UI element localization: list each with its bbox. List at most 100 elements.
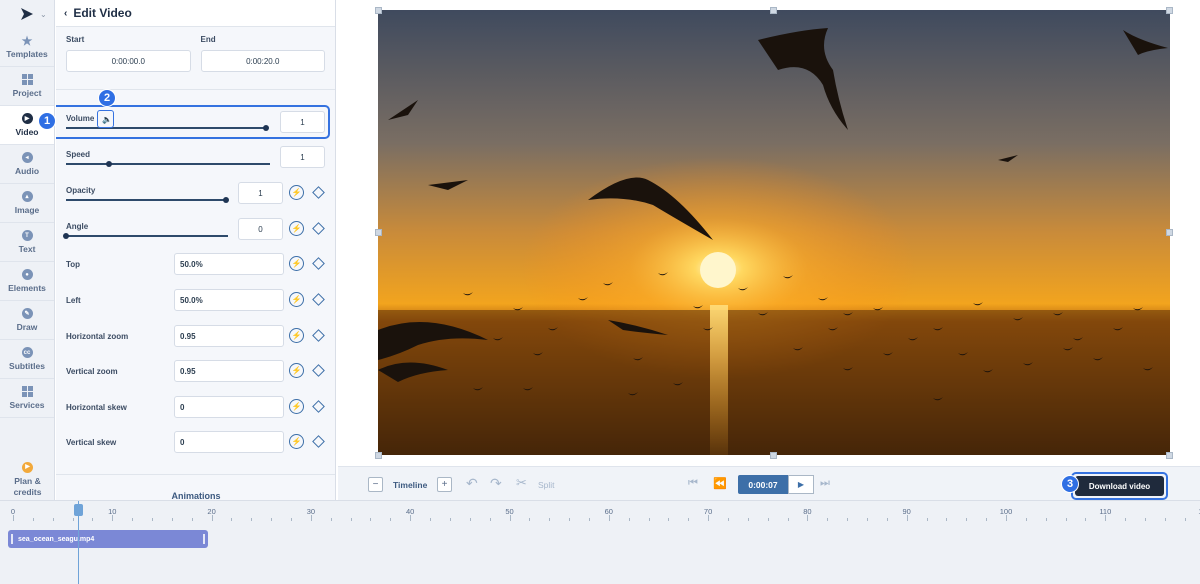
angle-slider[interactable] [63,233,228,239]
download-video-button[interactable]: Download video [1075,476,1164,496]
vertical-zoom-animate-icon[interactable]: ⚡ [289,363,304,378]
rewind-icon[interactable]: ⏪ [713,477,727,490]
opacity-animate-icon[interactable]: ⚡ [289,185,304,200]
ruler-minor-tick [946,518,948,521]
angle-animate-icon[interactable]: ⚡ [289,221,304,236]
vertical-skew-input[interactable]: 0 [174,431,284,453]
rail-item-label: Text [18,244,36,254]
opacity-input[interactable]: 1 [238,182,283,204]
image-icon: ▴ [21,191,33,202]
resize-handle[interactable] [1166,452,1173,459]
opacity-row: Opacity 1 ⚡ [66,182,330,206]
ruler-minor-tick [529,518,531,521]
resize-handle[interactable] [375,7,382,14]
horizontal-zoom-input[interactable]: 0.95 [174,325,284,347]
back-chevron-icon[interactable]: ‹ [64,8,67,19]
end-time-input[interactable]: 0:00:20.0 [200,50,325,72]
left-keyframe-icon[interactable] [312,293,325,306]
ruler-minor-tick [1184,518,1186,521]
resize-handle[interactable] [1166,7,1173,14]
resize-handle[interactable] [1166,229,1173,236]
video-preview[interactable] [378,10,1170,455]
rail-item-image[interactable]: ▴ Image [0,184,54,223]
clip-name: sea_ocean_seagu.mp4 [18,535,95,543]
left-input[interactable]: 50.0% [174,289,284,311]
star-icon: ★ [21,34,33,48]
rail-item-services[interactable]: Services [0,379,54,418]
rail-item-text[interactable]: T Text [0,223,54,262]
speed-input[interactable]: 1 [280,146,325,168]
opacity-slider[interactable] [66,197,229,203]
speed-slider[interactable] [66,163,270,165]
ruler-minor-tick [1125,518,1127,521]
zoom-out-button[interactable]: − [368,477,383,492]
ruler-minor-tick [1065,518,1067,521]
speed-slider-knob[interactable] [106,161,112,167]
ruler-minor-tick [767,518,769,521]
divider [56,474,335,475]
rail-item-templates[interactable]: ★ Templates [0,28,54,67]
top-animate-icon[interactable]: ⚡ [289,256,304,271]
logo[interactable]: ⌄ [0,0,54,28]
play-button[interactable]: ▶ [788,475,814,494]
step-badge-1: 1 [38,112,56,130]
skip-start-icon[interactable]: ⏮ [688,477,698,490]
top-keyframe-icon[interactable] [312,257,325,270]
ruler-minor-tick [1025,518,1027,521]
ruler-tick [608,515,610,521]
horizontal-skew-input[interactable]: 0 [174,396,284,418]
vertical-zoom-keyframe-icon[interactable] [312,364,325,377]
sunset-seagulls-image [378,10,1170,455]
vertical-skew-keyframe-icon[interactable] [312,435,325,448]
rail-item-draw[interactable]: ✎ Draw [0,301,54,340]
play-badge-icon: ▶ [22,462,33,473]
elements-icon: ● [21,269,33,280]
rail-item-plan-credits[interactable]: ▶ Plan & credits [0,462,55,498]
video-stage [338,0,1200,466]
angle-input[interactable]: 0 [238,218,283,240]
animations-section-header[interactable]: Animations [56,491,335,500]
timeline: 0102030405060708090100110120 sea_ocean_s… [0,500,1200,584]
top-input[interactable]: 50.0% [174,253,284,275]
ruler-minor-tick [688,518,690,521]
rail-item-project[interactable]: Project [0,67,54,106]
clip-trim-handle-right[interactable] [203,534,205,544]
scissors-icon[interactable]: ✂ [516,475,527,491]
speed-label: Speed [66,150,91,159]
top-row: Top 50.0% ⚡ [66,253,330,275]
chevron-down-icon[interactable]: ⌄ [40,10,47,19]
skip-end-icon[interactable]: ⏭ [820,477,830,490]
redo-icon[interactable]: ↷ [490,475,502,492]
rail-item-elements[interactable]: ● Elements [0,262,54,301]
playhead-handle[interactable] [74,504,83,516]
horizontal-skew-keyframe-icon[interactable] [312,400,325,413]
left-animate-icon[interactable]: ⚡ [289,292,304,307]
ruler-tick [1105,515,1107,521]
horizontal-zoom-keyframe-icon[interactable] [312,329,325,342]
timeline-ruler[interactable]: 0102030405060708090100110120 [0,501,1200,521]
clip-trim-handle-left[interactable] [11,534,13,544]
split-button[interactable]: Split [538,480,555,490]
horizontal-skew-row: Horizontal skew 0 ⚡ [66,396,330,418]
rail-item-audio[interactable]: ◂ Audio [0,145,54,184]
resize-handle[interactable] [770,452,777,459]
angle-keyframe-icon[interactable] [312,222,325,235]
opacity-slider-knob[interactable] [223,197,229,203]
video-clip[interactable]: sea_ocean_seagu.mp4 [8,530,208,548]
zoom-in-button[interactable]: + [437,477,452,492]
panel-header: ‹ Edit Video [56,0,335,27]
resize-handle[interactable] [375,452,382,459]
ruler-tick [211,515,213,521]
opacity-keyframe-icon[interactable] [312,186,325,199]
start-time-input[interactable]: 0:00:00.0 [66,50,191,72]
angle-slider-knob[interactable] [63,233,69,239]
step-badge-2: 2 [98,89,116,107]
undo-icon[interactable]: ↶ [466,475,478,492]
resize-handle[interactable] [375,229,382,236]
resize-handle[interactable] [770,7,777,14]
horizontal-skew-animate-icon[interactable]: ⚡ [289,399,304,414]
vertical-skew-animate-icon[interactable]: ⚡ [289,434,304,449]
vertical-zoom-input[interactable]: 0.95 [174,360,284,382]
horizontal-zoom-animate-icon[interactable]: ⚡ [289,328,304,343]
rail-item-subtitles[interactable]: cc Subtitles [0,340,54,379]
